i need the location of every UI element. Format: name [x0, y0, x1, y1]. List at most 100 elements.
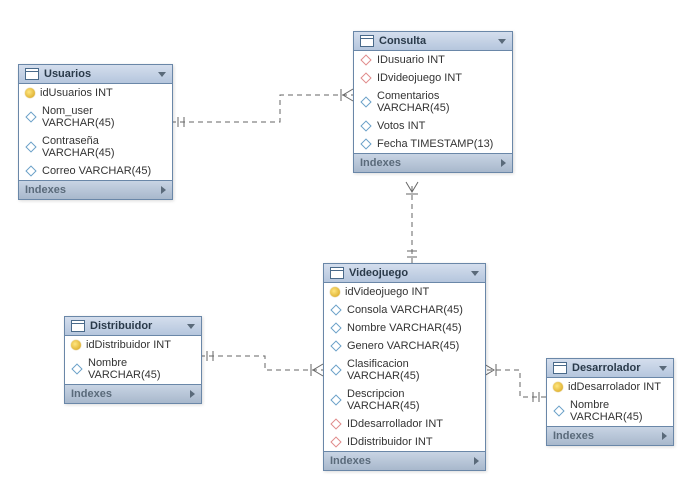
- column-name: Fecha TIMESTAMP(13): [377, 138, 493, 150]
- entity-header-desarrolador[interactable]: Desarrolador: [547, 359, 673, 378]
- indexes-label: Indexes: [360, 157, 401, 169]
- table-icon: [553, 362, 567, 374]
- entity-title: Usuarios: [44, 68, 91, 80]
- column-row[interactable]: IDdistribuidor INT: [324, 433, 485, 451]
- column-name: IDusuario INT: [377, 54, 445, 66]
- entity-footer-indexes[interactable]: Indexes: [547, 426, 673, 445]
- fk-icon: [330, 436, 341, 447]
- entity-body-distribuidor: idDistribuidor INT Nombre VARCHAR(45): [65, 336, 201, 384]
- column-row[interactable]: Comentarios VARCHAR(45): [354, 87, 512, 117]
- entity-footer-indexes[interactable]: Indexes: [19, 180, 172, 199]
- collapse-icon: [659, 366, 667, 371]
- column-row[interactable]: Descripcion VARCHAR(45): [324, 385, 485, 415]
- entity-header-usuarios[interactable]: Usuarios: [19, 65, 172, 84]
- column-row[interactable]: idDesarrolador INT: [547, 378, 673, 396]
- expand-icon: [161, 186, 166, 194]
- col-icon: [330, 340, 341, 351]
- entity-title: Desarrolador: [572, 362, 640, 374]
- column-row[interactable]: Contraseña VARCHAR(45): [19, 132, 172, 162]
- fk-icon: [360, 72, 371, 83]
- entity-footer-indexes[interactable]: Indexes: [65, 384, 201, 403]
- entity-distribuidor[interactable]: Distribuidor idDistribuidor INT Nombre V…: [64, 316, 202, 404]
- entity-title: Videojuego: [349, 267, 408, 279]
- table-icon: [71, 320, 85, 332]
- column-row[interactable]: idUsuarios INT: [19, 84, 172, 102]
- entity-usuarios[interactable]: Usuarios idUsuarios INT Nom_user VARCHAR…: [18, 64, 173, 200]
- column-name: Genero VARCHAR(45): [347, 340, 459, 352]
- col-icon: [25, 141, 36, 152]
- column-row[interactable]: IDusuario INT: [354, 51, 512, 69]
- collapse-icon: [471, 271, 479, 276]
- pk-icon: [25, 88, 35, 98]
- fk-icon: [330, 418, 341, 429]
- entity-header-distribuidor[interactable]: Distribuidor: [65, 317, 201, 336]
- collapse-icon: [498, 39, 506, 44]
- col-icon: [330, 364, 341, 375]
- expand-icon: [190, 390, 195, 398]
- col-icon: [330, 304, 341, 315]
- pk-icon: [553, 382, 563, 392]
- column-name: idUsuarios INT: [40, 87, 113, 99]
- column-row[interactable]: Correo VARCHAR(45): [19, 162, 172, 180]
- column-row[interactable]: Nom_user VARCHAR(45): [19, 102, 172, 132]
- col-icon: [25, 165, 36, 176]
- entity-desarrolador[interactable]: Desarrolador idDesarrolador INT Nombre V…: [546, 358, 674, 446]
- column-name: Descripcion VARCHAR(45): [347, 388, 479, 412]
- entity-header-videojuego[interactable]: Videojuego: [324, 264, 485, 283]
- column-name: Nombre VARCHAR(45): [88, 357, 195, 381]
- column-row[interactable]: Nombre VARCHAR(45): [547, 396, 673, 426]
- entity-footer-indexes[interactable]: Indexes: [354, 153, 512, 172]
- column-row[interactable]: Nombre VARCHAR(45): [65, 354, 201, 384]
- column-name: idDesarrolador INT: [568, 381, 661, 393]
- column-row[interactable]: Votos INT: [354, 117, 512, 135]
- column-row[interactable]: Nombre VARCHAR(45): [324, 319, 485, 337]
- column-row[interactable]: IDvideojuego INT: [354, 69, 512, 87]
- column-row[interactable]: IDdesarrollador INT: [324, 415, 485, 433]
- column-name: Correo VARCHAR(45): [42, 165, 151, 177]
- pk-icon: [71, 340, 81, 350]
- table-icon: [25, 68, 39, 80]
- entity-videojuego[interactable]: Videojuego idVideojuego INT Consola VARC…: [323, 263, 486, 471]
- table-icon: [360, 35, 374, 47]
- fk-icon: [360, 54, 371, 65]
- entity-footer-indexes[interactable]: Indexes: [324, 451, 485, 470]
- expand-icon: [501, 159, 506, 167]
- column-name: Nombre VARCHAR(45): [570, 399, 667, 423]
- column-row[interactable]: idDistribuidor INT: [65, 336, 201, 354]
- table-icon: [330, 267, 344, 279]
- indexes-label: Indexes: [330, 455, 371, 467]
- col-icon: [553, 405, 564, 416]
- column-row[interactable]: Genero VARCHAR(45): [324, 337, 485, 355]
- column-row[interactable]: Fecha TIMESTAMP(13): [354, 135, 512, 153]
- entity-body-consulta: IDusuario INT IDvideojuego INT Comentari…: [354, 51, 512, 153]
- column-name: Nom_user VARCHAR(45): [42, 105, 166, 129]
- entity-title: Distribuidor: [90, 320, 152, 332]
- pk-icon: [330, 287, 340, 297]
- collapse-icon: [187, 324, 195, 329]
- indexes-label: Indexes: [553, 430, 594, 442]
- indexes-label: Indexes: [25, 184, 66, 196]
- indexes-label: Indexes: [71, 388, 112, 400]
- column-name: Contraseña VARCHAR(45): [42, 135, 166, 159]
- column-row[interactable]: Consola VARCHAR(45): [324, 301, 485, 319]
- column-name: Votos INT: [377, 120, 425, 132]
- column-row[interactable]: idVideojuego INT: [324, 283, 485, 301]
- col-icon: [360, 120, 371, 131]
- col-icon: [71, 363, 82, 374]
- entity-header-consulta[interactable]: Consulta: [354, 32, 512, 51]
- column-name: Nombre VARCHAR(45): [347, 322, 462, 334]
- col-icon: [360, 96, 371, 107]
- expand-icon: [662, 432, 667, 440]
- column-row[interactable]: Clasificacion VARCHAR(45): [324, 355, 485, 385]
- entity-body-usuarios: idUsuarios INT Nom_user VARCHAR(45) Cont…: [19, 84, 172, 180]
- column-name: Clasificacion VARCHAR(45): [347, 358, 479, 382]
- column-name: IDdesarrollador INT: [347, 418, 443, 430]
- column-name: IDdistribuidor INT: [347, 436, 433, 448]
- col-icon: [330, 322, 341, 333]
- entity-consulta[interactable]: Consulta IDusuario INT IDvideojuego INT …: [353, 31, 513, 173]
- entity-body-videojuego: idVideojuego INT Consola VARCHAR(45) Nom…: [324, 283, 485, 451]
- entity-body-desarrolador: idDesarrolador INT Nombre VARCHAR(45): [547, 378, 673, 426]
- col-icon: [330, 394, 341, 405]
- column-name: Comentarios VARCHAR(45): [377, 90, 506, 114]
- expand-icon: [474, 457, 479, 465]
